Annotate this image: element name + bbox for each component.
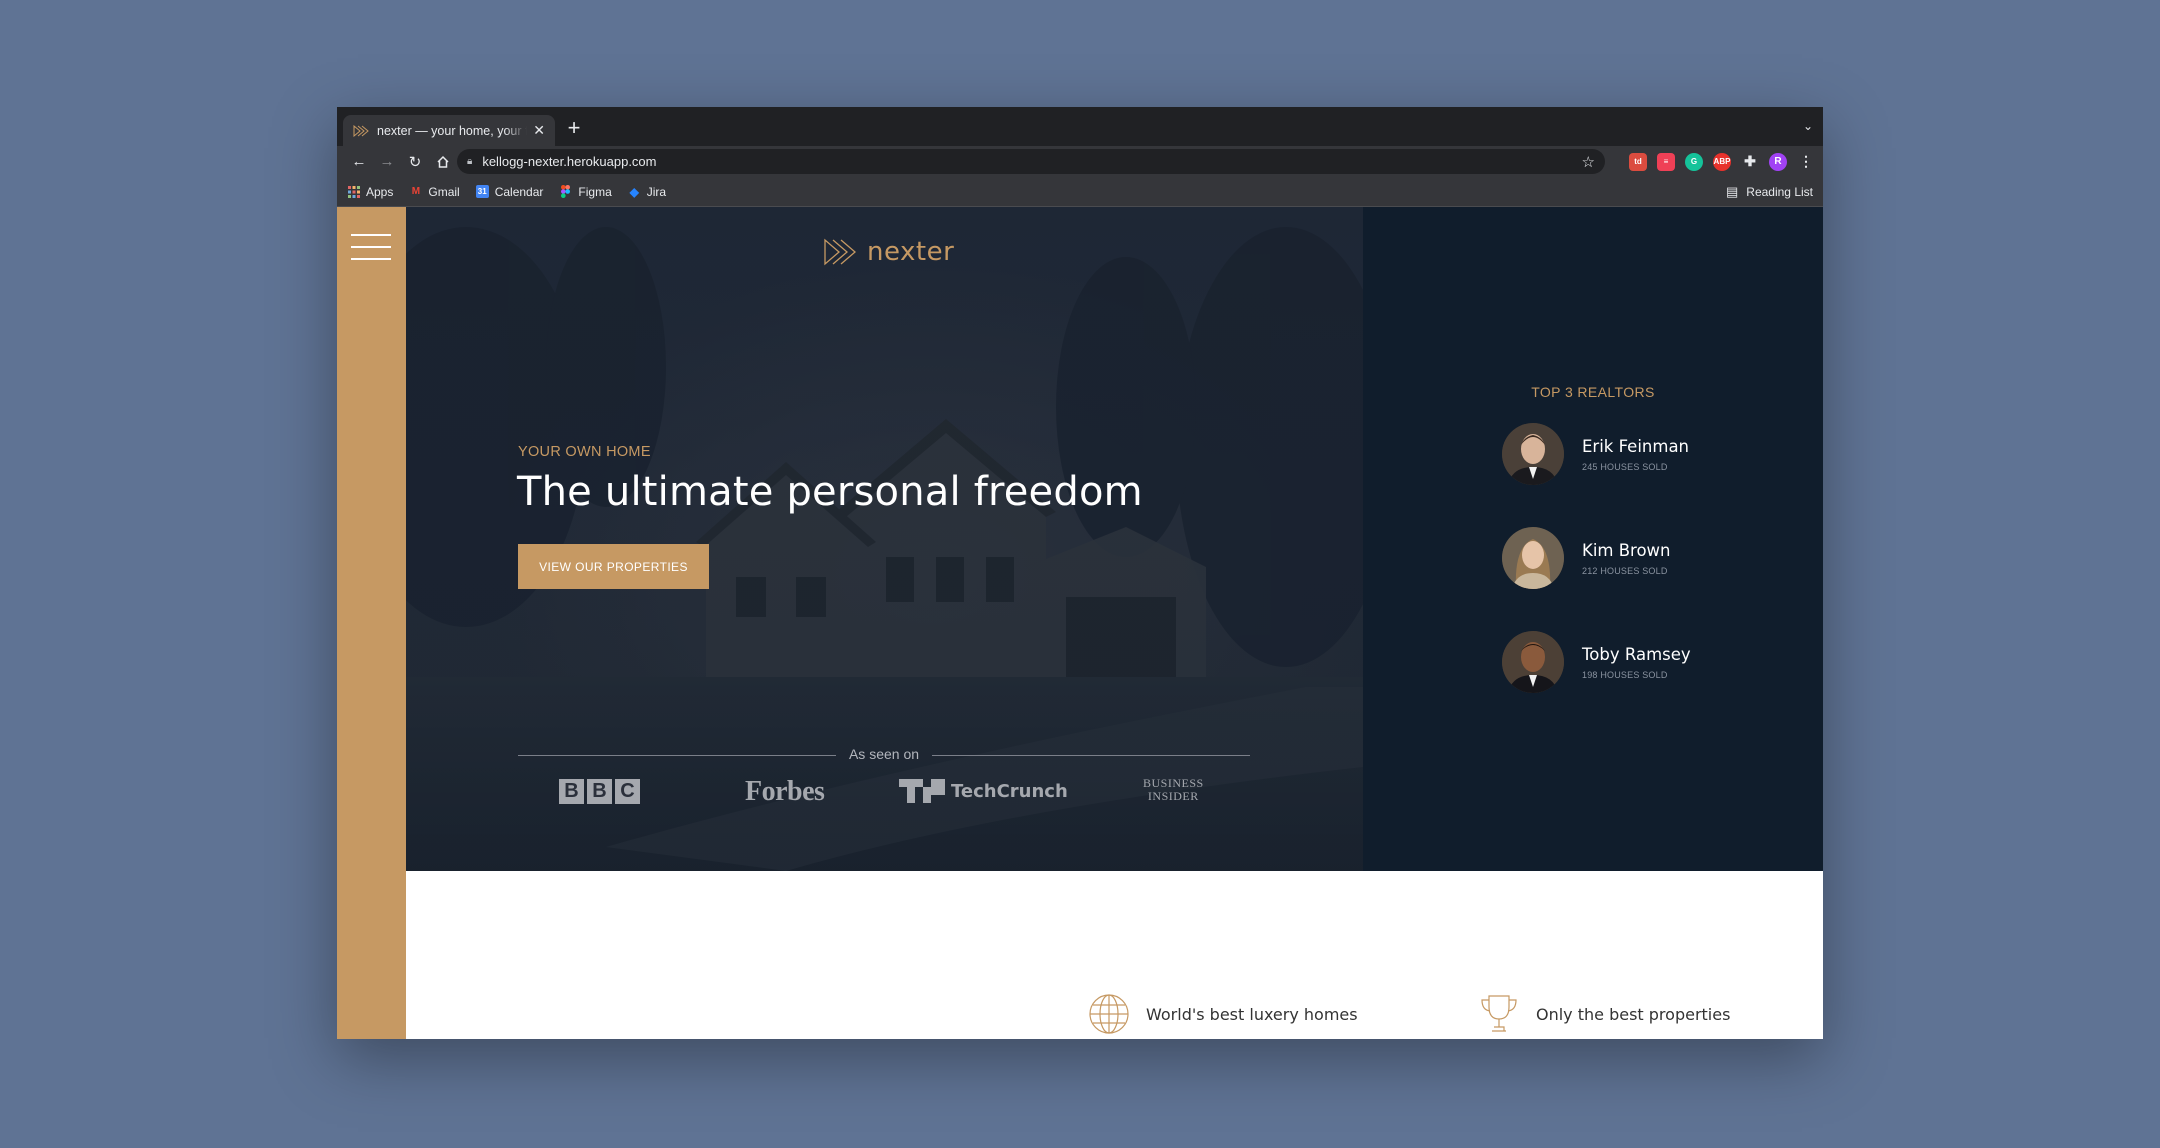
feature-item: World's best luxery homes [1088, 993, 1358, 1035]
browser-window: nexter — your home, your freedom ✕ + ⌄ ←… [337, 107, 1823, 1039]
bookmark-apps[interactable]: Apps [347, 185, 393, 199]
forward-button[interactable]: → [373, 148, 401, 176]
features-section: World's best luxery homes Only the best … [406, 871, 1823, 1039]
bookmark-label: Jira [646, 184, 667, 199]
hero-headline: The ultimate personal freedom [517, 469, 1143, 515]
home-button[interactable] [429, 148, 457, 176]
realtor-card[interactable]: Toby Ramsey 198 HOUSES SOLD [1502, 631, 1691, 693]
bookmark-label: Calendar [494, 184, 544, 199]
bookmark-calendar[interactable]: 31 Calendar [475, 184, 544, 199]
jira-icon: ◆ [629, 184, 639, 199]
gmail-icon: M [411, 186, 421, 197]
bookmark-label: Figma [578, 184, 612, 199]
bookmark-jira[interactable]: ◆ Jira [628, 185, 666, 199]
profile-avatar[interactable]: R [1769, 152, 1787, 171]
bookmarks-bar: Apps M Gmail 31 Calendar Figma ◆ Jira ▤ … [337, 177, 1823, 207]
web-page: nexter YOUR OWN HOME The ultimate person… [337, 207, 1823, 1039]
hero-overlay [406, 207, 1363, 871]
extensions-puzzle-icon[interactable]: ✚ [1741, 153, 1759, 171]
lock-icon: 🔒︎ [467, 156, 473, 167]
address-bar[interactable]: 🔒︎ kellogg-nexter.herokuapp.com ☆ [457, 149, 1605, 174]
bookmark-gmail[interactable]: M Gmail [409, 184, 460, 199]
avatar [1502, 527, 1564, 589]
adblock-plus-extension-icon[interactable]: ABP [1713, 152, 1731, 171]
browser-toolbar: ← → ↻ 🔒︎ kellogg-nexter.herokuapp.com ☆ … [337, 146, 1823, 177]
calendar-icon: 31 [475, 185, 489, 198]
as-seen-on: As seen on [518, 745, 1250, 765]
feature-label: Only the best properties [1536, 1004, 1731, 1024]
grammarly-extension-icon[interactable]: G [1685, 152, 1703, 171]
avatar [1502, 423, 1564, 485]
techcrunch-logo: TechCrunch [899, 779, 1068, 803]
view-properties-button[interactable]: VIEW OUR PROPERTIES [518, 544, 709, 589]
tab-search-icon[interactable]: ⌄ [1803, 119, 1813, 133]
tab-strip: nexter — your home, your freedom ✕ + ⌄ [337, 107, 1823, 146]
nexter-logo[interactable]: nexter [823, 237, 954, 267]
globe-icon [1089, 994, 1129, 1034]
sidebar [337, 207, 406, 1039]
browser-menu-icon[interactable]: ⋮ [1797, 153, 1815, 171]
hero-section: nexter YOUR OWN HOME The ultimate person… [406, 207, 1363, 871]
techcrunch-mark-icon [899, 779, 945, 803]
feature-label: World's best luxery homes [1146, 1004, 1358, 1024]
realtor-houses-sold: 198 HOUSES SOLD [1582, 669, 1668, 680]
home-icon [437, 155, 449, 168]
realtor-name: Toby Ramsey [1582, 644, 1691, 664]
realtor-name: Erik Feinman [1582, 436, 1690, 456]
realtor-card[interactable]: Kim Brown 212 HOUSES SOLD [1502, 527, 1671, 589]
bookmark-label: Gmail [428, 184, 460, 199]
reload-button[interactable]: ↻ [401, 148, 429, 176]
pocket-extension-icon[interactable]: ≡ [1657, 152, 1675, 171]
nexter-favicon-icon [353, 123, 369, 139]
hero-eyebrow: YOUR OWN HOME [518, 444, 651, 460]
logo-text: nexter [867, 237, 955, 267]
extensions-bar: td ≡ G ABP ✚ R ⋮ [1629, 149, 1815, 174]
new-tab-button[interactable]: + [562, 117, 586, 139]
as-seen-on-label: As seen on [848, 746, 920, 762]
todoist-extension-icon[interactable]: td [1629, 152, 1647, 171]
realtors-title: TOP 3 REALTORS [1531, 384, 1655, 400]
feature-item: Only the best properties [1478, 993, 1730, 1035]
realtor-houses-sold: 212 HOUSES SOLD [1582, 565, 1668, 576]
url-text: kellogg-nexter.herokuapp.com [482, 154, 657, 169]
figma-icon [559, 185, 572, 198]
realtor-houses-sold: 245 HOUSES SOLD [1582, 461, 1668, 472]
menu-hamburger-icon[interactable] [351, 229, 391, 261]
browser-tab[interactable]: nexter — your home, your freedom ✕ [343, 115, 555, 146]
forbes-logo: Forbes [745, 776, 825, 807]
trophy-icon [1481, 995, 1517, 1032]
tab-title: nexter — your home, your freedom [377, 123, 528, 138]
realtor-name: Kim Brown [1582, 540, 1671, 560]
reading-list-label: Reading List [1746, 185, 1813, 199]
bookmark-star-icon[interactable]: ☆ [1582, 153, 1595, 171]
realtors-panel: TOP 3 REALTORS Erik Feinman 245 HOUSES S… [1363, 207, 1823, 871]
avatar [1502, 631, 1564, 693]
apps-grid-icon [347, 185, 360, 198]
divider-line [932, 755, 1250, 756]
reading-list-icon: ▤ [1725, 184, 1739, 199]
close-tab-icon[interactable]: ✕ [533, 122, 545, 139]
realtor-card[interactable]: Erik Feinman 245 HOUSES SOLD [1502, 423, 1689, 485]
reading-list-button[interactable]: ▤ Reading List [1726, 177, 1813, 207]
bbc-logo: B B C [559, 779, 640, 804]
nexter-logo-icon [824, 238, 856, 266]
business-insider-logo: BUSINESS INSIDER [1143, 776, 1204, 803]
bookmark-label: Apps [366, 184, 394, 199]
back-button[interactable]: ← [345, 148, 373, 176]
bookmark-figma[interactable]: Figma [559, 184, 612, 199]
